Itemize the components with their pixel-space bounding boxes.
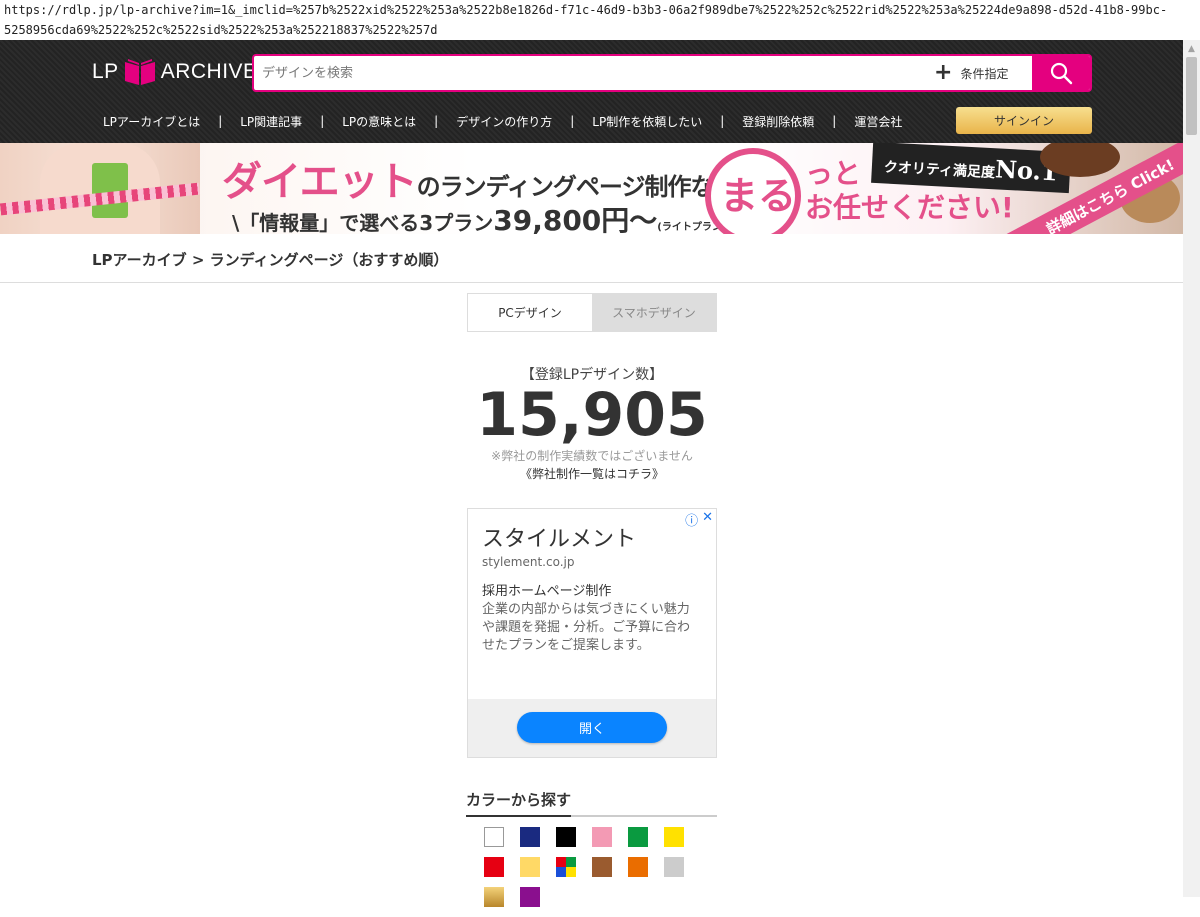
device-tabs: PCデザイン スマホデザイン bbox=[467, 293, 717, 332]
nav-item-about[interactable]: LPアーカイブとは bbox=[103, 113, 200, 130]
scroll-up-arrow-icon[interactable]: ▲ bbox=[1183, 40, 1200, 57]
condition-label: 条件指定 bbox=[960, 66, 1009, 81]
ad-domain: stylement.co.jp bbox=[482, 555, 575, 569]
site-logo[interactable]: LP ARCHIVE bbox=[92, 57, 258, 87]
book-icon bbox=[123, 58, 157, 86]
ad-body: 企業の内部からは気づきにくい魅力や課題を発掘・分析。ご予算に合わせたプランをご提… bbox=[482, 602, 691, 653]
nav-item-request[interactable]: LP制作を依頼したい bbox=[592, 113, 702, 130]
color-swatch-red[interactable] bbox=[484, 857, 504, 877]
scroll-thumb[interactable] bbox=[1186, 57, 1197, 135]
banner-maru: まる bbox=[720, 174, 797, 218]
color-swatch-brown[interactable] bbox=[592, 857, 612, 877]
color-swatches bbox=[484, 827, 724, 917]
breadcrumb-bar: LPアーカイブ > ランディングページ（おすすめ順） bbox=[0, 234, 1183, 283]
condition-button[interactable]: + 条件指定 bbox=[934, 56, 1008, 90]
search-box: + 条件指定 bbox=[252, 54, 1092, 92]
search-input[interactable] bbox=[254, 56, 914, 90]
nav-separator: | bbox=[570, 114, 575, 128]
ad-controls[interactable]: ⓘ ✕ bbox=[685, 510, 713, 529]
color-swatch-purple[interactable] bbox=[520, 887, 540, 907]
site-header: LP ARCHIVE + 条件指定 LPアーカイブとは | LP関連記事 bbox=[0, 40, 1183, 143]
nav-item-company[interactable]: 運営会社 bbox=[854, 113, 902, 130]
ad-headline: 採用ホームページ制作 bbox=[482, 584, 612, 599]
color-swatch-black[interactable] bbox=[556, 827, 576, 847]
ad-banner[interactable]: ダイエットのランディングページ制作なら! \「情報量」で選べる3プラン39,80… bbox=[0, 143, 1183, 234]
color-swatch-orange[interactable] bbox=[628, 857, 648, 877]
plus-icon: + bbox=[934, 60, 953, 85]
search-button[interactable] bbox=[1032, 56, 1090, 90]
banner-photo bbox=[0, 143, 201, 234]
color-swatch-green[interactable] bbox=[628, 827, 648, 847]
color-swatch-gold[interactable] bbox=[484, 887, 504, 907]
scrollbar[interactable]: ▲ bbox=[1183, 40, 1200, 897]
color-swatch-navy[interactable] bbox=[520, 827, 540, 847]
tab-smartphone-design[interactable]: スマホデザイン bbox=[592, 294, 716, 331]
search-icon bbox=[1050, 62, 1073, 85]
breadcrumb[interactable]: LPアーカイブ > ランディングページ（おすすめ順） bbox=[92, 249, 448, 270]
design-count-note: ※弊社の制作実績数ではございません bbox=[491, 449, 693, 463]
signin-button[interactable]: サインイン bbox=[956, 107, 1092, 134]
nav-item-meaning[interactable]: LPの意味とは bbox=[342, 113, 416, 130]
color-swatch-multi[interactable] bbox=[556, 857, 576, 877]
color-swatch-gray[interactable] bbox=[664, 857, 684, 877]
info-icon[interactable]: ⓘ bbox=[685, 510, 698, 529]
ad-footer: 開く bbox=[468, 699, 716, 757]
logo-text-archive: ARCHIVE bbox=[160, 60, 258, 83]
main-nav: LPアーカイブとは | LP関連記事 | LPの意味とは | デザインの作り方 … bbox=[92, 107, 1092, 135]
color-swatch-beige[interactable] bbox=[520, 857, 540, 877]
display-ad[interactable]: ⓘ ✕ スタイルメント stylement.co.jp 採用ホームページ制作 企… bbox=[467, 508, 717, 758]
portfolio-link[interactable]: 《弊社制作一覧はコチラ》 bbox=[442, 465, 742, 482]
nav-separator: | bbox=[832, 114, 837, 128]
address-bar[interactable]: https://rdlp.jp/lp-archive?im=1&_imclid=… bbox=[0, 0, 1200, 40]
ad-open-button[interactable]: 開く bbox=[517, 712, 667, 743]
close-icon[interactable]: ✕ bbox=[702, 510, 713, 529]
color-swatch-white[interactable] bbox=[484, 827, 504, 847]
design-count-value: 15,905 bbox=[476, 380, 708, 450]
nav-item-articles[interactable]: LP関連記事 bbox=[240, 113, 302, 130]
color-swatch-pink[interactable] bbox=[592, 827, 612, 847]
nav-separator: | bbox=[218, 114, 223, 128]
nav-item-howto[interactable]: デザインの作り方 bbox=[456, 113, 552, 130]
nav-separator: | bbox=[720, 114, 725, 128]
nav-separator: | bbox=[320, 114, 325, 128]
tab-pc-design[interactable]: PCデザイン bbox=[468, 294, 592, 331]
logo-text-lp: LP bbox=[92, 60, 119, 83]
color-swatch-yellow[interactable] bbox=[664, 827, 684, 847]
banner-plan: \「情報量」で選べる3プラン39,800円〜(ライトプラン) bbox=[232, 204, 727, 234]
color-search-title: カラーから探す bbox=[466, 789, 717, 817]
nav-separator: | bbox=[434, 114, 439, 128]
ad-title[interactable]: スタイルメント bbox=[482, 521, 636, 553]
nav-item-removal[interactable]: 登録削除依頼 bbox=[742, 113, 814, 130]
